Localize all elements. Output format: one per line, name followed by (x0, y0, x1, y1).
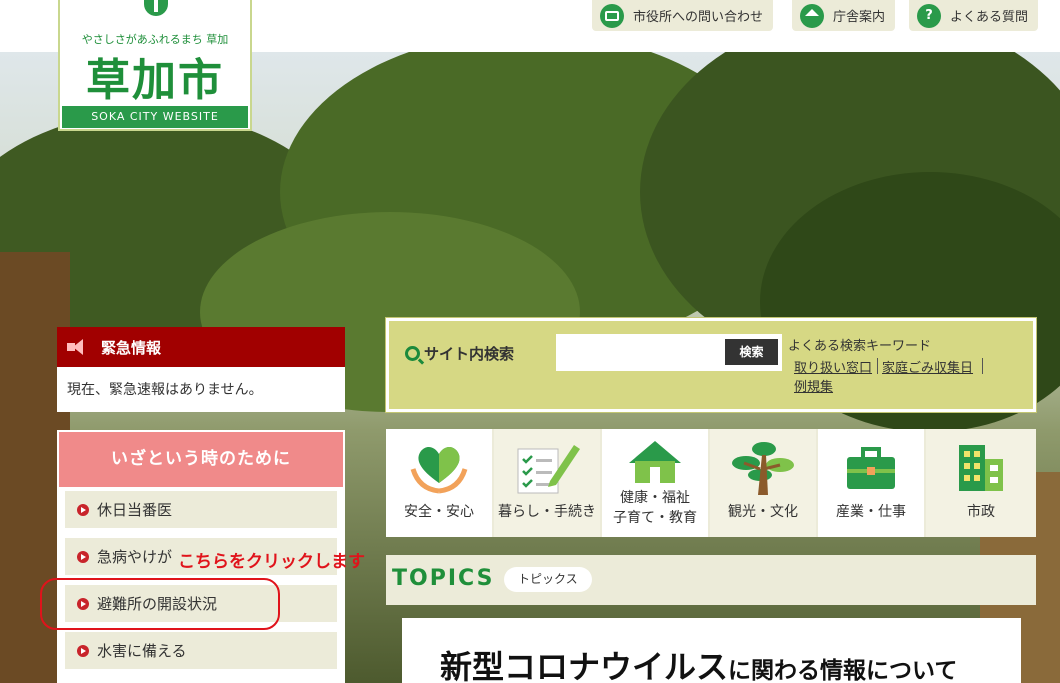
link-flood-prep[interactable]: 水害に備える (65, 632, 337, 669)
link-label: 水害に備える (97, 642, 187, 660)
checklist-pencil-icon (517, 445, 580, 494)
heart-hands-icon (410, 447, 468, 494)
site-logo[interactable]: やさしさがあふれるまち 草加 草加市 SOKA CITY WEBSITE (58, 0, 252, 131)
annotation-highlight-ring (40, 578, 280, 630)
building-guide-link[interactable]: 庁舎案内 (792, 0, 896, 31)
building-icon (800, 3, 824, 28)
search-label-text: サイト内検索 (424, 345, 515, 363)
category-label: 子育て・教育 (613, 510, 697, 526)
topics-title: TOPICS (392, 566, 495, 591)
contact-link[interactable]: 市役所への問い合わせ (592, 0, 774, 31)
logo-city-name: 草加市 (86, 55, 224, 106)
category-nav: 安全・安心 暮らし・手続き 健康・福祉 子育て・教育 観光・文化 産業・仕事 市… (386, 429, 1036, 537)
category-industry[interactable]: 産業・仕事 (818, 429, 924, 537)
site-search-panel: サイト内検索 検索 よくある検索キーワード 取り扱い窓口 家庭ごみ収集日 例規集 (385, 317, 1037, 413)
annotation-instruction: こちらをクリックします (178, 552, 365, 572)
megaphone-icon (67, 339, 89, 355)
category-label: 健康・福祉 (620, 490, 690, 506)
search-label: サイト内検索 (405, 343, 514, 364)
arrow-bullet-icon (77, 644, 89, 657)
link-holiday-doctor[interactable]: 休日当番医 (65, 491, 337, 528)
house-icon (629, 441, 681, 483)
category-label: 安全・安心 (404, 504, 474, 520)
keyword-separator (982, 358, 983, 374)
covid-banner[interactable]: 新型コロナウイルスに関わる情報について (402, 618, 1021, 683)
office-building-icon (959, 445, 1003, 491)
emergency-message: 現在、緊急速報はありません。 (57, 367, 345, 412)
keyword-link[interactable]: 取り扱い窓口 (794, 357, 872, 376)
search-icon (405, 346, 420, 361)
pine-tree-icon (732, 442, 794, 495)
keyword-link[interactable]: 家庭ごみ収集日 (882, 357, 973, 376)
question-icon: ? (917, 3, 941, 28)
keywords-title: よくある検索キーワード (788, 339, 932, 354)
category-label: 観光・文化 (728, 504, 798, 520)
contact-link-label: 市役所への問い合わせ (633, 10, 764, 25)
mail-icon (600, 3, 624, 28)
keyword-separator (877, 358, 878, 374)
logo-english-name: SOKA CITY WEBSITE (62, 106, 248, 128)
category-safety[interactable]: 安全・安心 (386, 429, 492, 537)
covid-headline-sub: に関わる情報について (728, 658, 958, 683)
keyword-link[interactable]: 例規集 (794, 376, 833, 395)
briefcase-icon (847, 447, 895, 489)
search-button[interactable]: 検索 (725, 339, 778, 365)
faq-link-label: よくある質問 (950, 10, 1029, 25)
category-label: 市政 (967, 504, 995, 520)
category-living[interactable]: 暮らし・手続き (494, 429, 600, 537)
preparedness-title: いざという時のために (59, 432, 343, 487)
category-label: 暮らし・手続き (498, 504, 596, 520)
category-tourism[interactable]: 観光・文化 (710, 429, 816, 537)
link-label: 休日当番医 (97, 501, 173, 519)
covid-headline: 新型コロナウイルスに関わる情報について (440, 642, 957, 683)
city-emblem-icon (144, 0, 168, 16)
faq-link[interactable]: ? よくある質問 (909, 0, 1039, 31)
link-label: 急病やけが (97, 548, 173, 566)
arrow-bullet-icon (77, 550, 89, 563)
topics-badge: トピックス (504, 567, 592, 592)
category-city-government[interactable]: 市政 (926, 429, 1036, 537)
category-label: 産業・仕事 (836, 504, 906, 520)
arrow-bullet-icon (77, 503, 89, 516)
emergency-title: 緊急情報 (101, 338, 162, 357)
category-health[interactable]: 健康・福祉 子育て・教育 (602, 429, 708, 537)
topics-header: TOPICS トピックス (386, 555, 1036, 605)
emergency-header: 緊急情報 (57, 327, 345, 367)
building-guide-label: 庁舎案内 (833, 10, 886, 25)
covid-headline-main: 新型コロナウイルス (440, 648, 729, 683)
